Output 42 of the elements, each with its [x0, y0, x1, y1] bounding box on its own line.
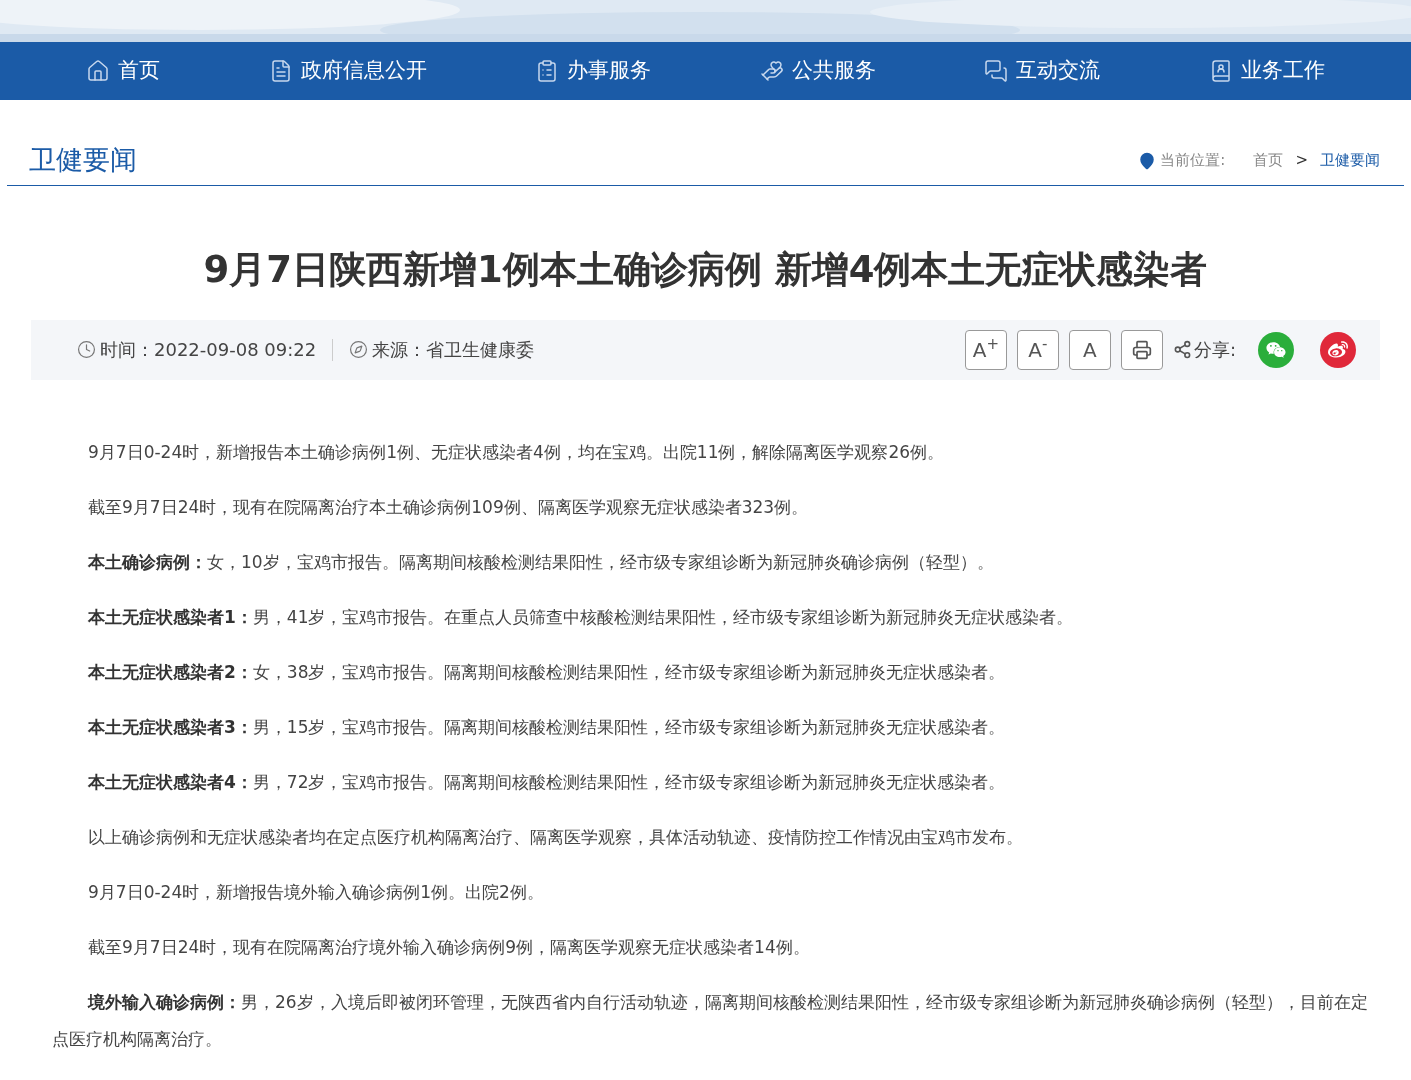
- share-label: 分享:: [1193, 338, 1236, 362]
- print-icon: [1131, 339, 1152, 360]
- article-paragraph: 本土确诊病例：女，10岁，宝鸡市报告。隔离期间核酸检测结果阳性，经市级专家组诊断为新冠肺炎确诊病例（轻型）。: [87, 550, 995, 574]
- article-paragraph: 本土无症状感染者2：女，38岁，宝鸡市报告。隔离期间核酸检测结果阳性，经市级专家组诊断为新冠肺炎无症状感染者。: [87, 660, 1007, 684]
- nav-link[interactable]: 互动交流: [984, 55, 1101, 87]
- chat-icon: [984, 59, 1009, 83]
- breadcrumb-label: 当前位置:: [1160, 150, 1226, 172]
- wechat-icon: [1266, 339, 1286, 360]
- clock-icon: [77, 340, 96, 359]
- section-title: 卫健要闻: [29, 143, 137, 178]
- article-paragraph: 截至9月7日24时，现有在院隔离治疗境外输入确诊病例9例，隔离医学观察无症状感染者14例。: [87, 935, 811, 959]
- share-icon: [1172, 340, 1192, 359]
- weibo-share-button[interactable]: [1320, 331, 1356, 368]
- breadcrumb-link[interactable]: 首页: [1253, 149, 1284, 172]
- compass-icon: [349, 340, 369, 359]
- nav-link[interactable]: 政府信息公开: [268, 55, 427, 87]
- breadcrumb-link[interactable]: 卫健要闻: [1320, 149, 1380, 172]
- font-size-button[interactable]: A: [1068, 329, 1111, 370]
- article-source: 来源：省卫生健康委: [372, 338, 535, 362]
- article-title: 9月7日陕西新增1例本土确诊病例 新增4例本土无症状感染者: [202, 247, 1209, 293]
- article-paragraph: 以上确诊病例和无症状感染者均在定点医疗机构隔离治疗、隔离医学观察，具体活动轨迹、疫情防控工作情况由宝鸡市发布。: [87, 825, 1024, 849]
- article-paragraph: 本土无症状感染者4：男，72岁，宝鸡市报告。隔离期间核酸检测结果阳性，经市级专家组诊断为新冠肺炎无症状感染者。: [87, 770, 1007, 794]
- publish-time: 时间：2022-09-08 09:22: [100, 338, 317, 362]
- article-paragraph: 本土无症状感染者3：男，15岁，宝鸡市报告。隔离期间核酸检测结果阳性，经市级专家组诊断为新冠肺炎无症状感染者。: [87, 715, 1007, 739]
- location-pin-icon: [1138, 151, 1157, 170]
- nav-link[interactable]: 办事服务: [535, 55, 652, 87]
- breadcrumb-separator: >: [1295, 150, 1308, 172]
- weibo-icon: [1328, 339, 1348, 360]
- article-paragraph: 截至9月7日24时，现有在院隔离治疗本土确诊病例109例、隔离医学观察无症状感染者323例。: [87, 495, 810, 519]
- home-icon: [86, 59, 111, 83]
- print-button[interactable]: [1120, 329, 1163, 370]
- wechat-share-button[interactable]: [1258, 331, 1294, 368]
- font-size-button[interactable]: A$^{-}$: [1016, 329, 1059, 370]
- article-paragraph: 9月7日0-24时，新增报告境外输入确诊病例1例。出院2例。: [87, 880, 545, 904]
- article-paragraph: 本土无症状感染者1：男，41岁，宝鸡市报告。在重点人员筛查中核酸检测结果阳性，经市级专家组诊断为新冠肺炎无症状感染者。: [87, 605, 1075, 629]
- article-paragraph: 境外输入确诊病例：男，26岁，入境后即被闭环管理，无陕西省内自行活动轨迹，隔离期间核酸检测结果阳性，经市级专家组诊断为新冠肺炎确诊病例（轻型），目前在定点医疗机构隔离治疗。: [52, 990, 1369, 1051]
- article-paragraph: 9月7日0-24时，新增报告本土确诊病例1例、无症状感染者4例，均在宝鸡。出院11例，解除隔离医学观察26例。: [87, 440, 946, 464]
- hand-icon: [759, 59, 784, 83]
- nav-link[interactable]: 首页: [86, 55, 161, 87]
- nav-link[interactable]: 公共服务: [759, 55, 876, 87]
- nav-link[interactable]: 业务工作: [1208, 55, 1325, 87]
- font-size-button[interactable]: A$^{+}$: [964, 329, 1007, 370]
